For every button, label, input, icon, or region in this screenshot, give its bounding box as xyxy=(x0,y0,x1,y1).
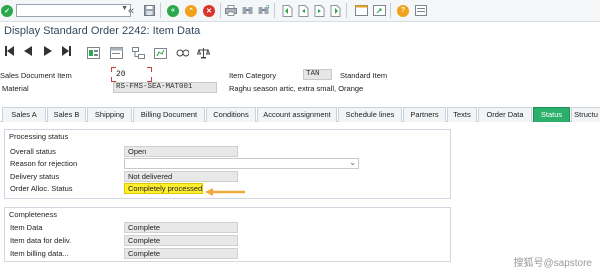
previous-item-icon[interactable] xyxy=(24,46,32,59)
reason-for-rejection-label: Reason for rejection xyxy=(10,159,78,168)
watermark: 搜狐号@sapstore xyxy=(513,254,592,269)
exit-icon[interactable]: ⌃ xyxy=(184,3,198,18)
last-item-icon[interactable] xyxy=(62,46,71,59)
prev-page-icon[interactable] xyxy=(296,3,310,18)
delivery-status-field: Not delivered xyxy=(124,171,238,182)
delivery-status-label: Delivery status xyxy=(10,172,60,181)
item-data-deliv-label: Item data for deliv. xyxy=(10,236,72,245)
tab-schedule-lines[interactable]: Schedule lines xyxy=(338,107,402,122)
material-label: Material xyxy=(2,84,29,93)
tab-conditions[interactable]: Conditions xyxy=(206,107,256,122)
pointer-arrow-icon xyxy=(205,188,245,196)
print-icon[interactable] xyxy=(224,3,238,18)
next-item-icon[interactable] xyxy=(44,46,52,59)
document-flow-icon[interactable] xyxy=(131,46,145,59)
sales-doc-item-label: Sales Document Item xyxy=(0,71,72,80)
system-toolbar: ✓ ▼ « « ⌃ ✕ ? xyxy=(0,0,600,22)
cancel-icon[interactable]: ✕ xyxy=(202,3,216,18)
item-billing-data-label: Item billing data... xyxy=(10,249,69,258)
first-item-icon[interactable] xyxy=(5,46,14,59)
order-alloc-status-label: Order Alloc. Status xyxy=(10,184,73,193)
application-toolbar xyxy=(0,42,600,62)
tab-sales-a[interactable]: Sales A xyxy=(2,107,46,122)
shortcut-icon[interactable] xyxy=(372,3,386,18)
sales-doc-item-field[interactable]: 20 xyxy=(113,69,151,81)
tab-texts[interactable]: Texts xyxy=(447,107,477,122)
item-category-label: Item Category xyxy=(229,71,277,80)
chevron-down-icon[interactable]: ⌄ xyxy=(349,158,356,167)
back-icon[interactable]: « xyxy=(166,3,180,18)
tab-status[interactable]: Status xyxy=(533,107,570,122)
status-overview-icon[interactable] xyxy=(153,46,167,59)
item-category-text: Standard Item xyxy=(340,71,388,80)
tab-strip: Sales A Sales B Shipping Billing Documen… xyxy=(0,107,600,122)
header-icon[interactable] xyxy=(109,46,123,59)
collapse-icon[interactable]: « xyxy=(124,3,138,18)
order-alloc-status-field: Completely processed xyxy=(124,183,203,194)
tab-sales-b[interactable]: Sales B xyxy=(47,107,86,122)
item-category-field: TAN xyxy=(303,69,332,80)
find-icon[interactable] xyxy=(240,3,254,18)
material-field: RS-FMS-SEA-MAT001 xyxy=(113,82,217,93)
command-field[interactable]: ▼ xyxy=(16,4,131,17)
tab-billing-document[interactable]: Billing Document xyxy=(133,107,205,122)
save-icon[interactable] xyxy=(142,3,156,18)
help-icon[interactable]: ? xyxy=(396,3,410,18)
last-page-icon[interactable] xyxy=(328,3,342,18)
tab-partners[interactable]: Partners xyxy=(403,107,446,122)
customize-icon[interactable] xyxy=(414,3,428,18)
item-data-label: Item Data xyxy=(10,223,43,232)
watermark-text: 搜狐号@sapstore xyxy=(513,258,592,269)
first-page-icon[interactable] xyxy=(280,3,294,18)
processing-status-title: Processing status xyxy=(9,132,69,141)
find-next-icon[interactable] xyxy=(256,3,270,18)
display-document-icon[interactable] xyxy=(175,46,189,59)
item-data-field: Complete xyxy=(124,222,238,233)
overall-status-label: Overall status xyxy=(10,147,56,156)
item-data-deliv-field: Complete xyxy=(124,235,238,246)
completeness-title: Completeness xyxy=(9,210,57,219)
tab-order-data[interactable]: Order Data xyxy=(478,107,532,122)
overall-status-field: Open xyxy=(124,146,238,157)
balance-icon[interactable] xyxy=(196,46,210,59)
tab-shipping[interactable]: Shipping xyxy=(87,107,132,122)
page-title: Display Standard Order 2242: Item Data xyxy=(4,25,201,37)
new-session-icon[interactable] xyxy=(354,3,368,18)
sales-doc-item-value: 20 xyxy=(116,70,126,79)
material-text: Raghu season artic, extra small, Orange xyxy=(229,84,364,93)
enter-icon[interactable]: ✓ xyxy=(0,3,14,18)
tab-structure[interactable]: Structu xyxy=(571,107,600,122)
reason-for-rejection-select[interactable]: ⌄ xyxy=(124,158,359,169)
tab-account-assignment[interactable]: Account assignment xyxy=(257,107,337,122)
item-billing-data-field: Complete xyxy=(124,248,238,259)
next-page-icon[interactable] xyxy=(312,3,326,18)
item-overview-icon[interactable] xyxy=(86,46,100,59)
